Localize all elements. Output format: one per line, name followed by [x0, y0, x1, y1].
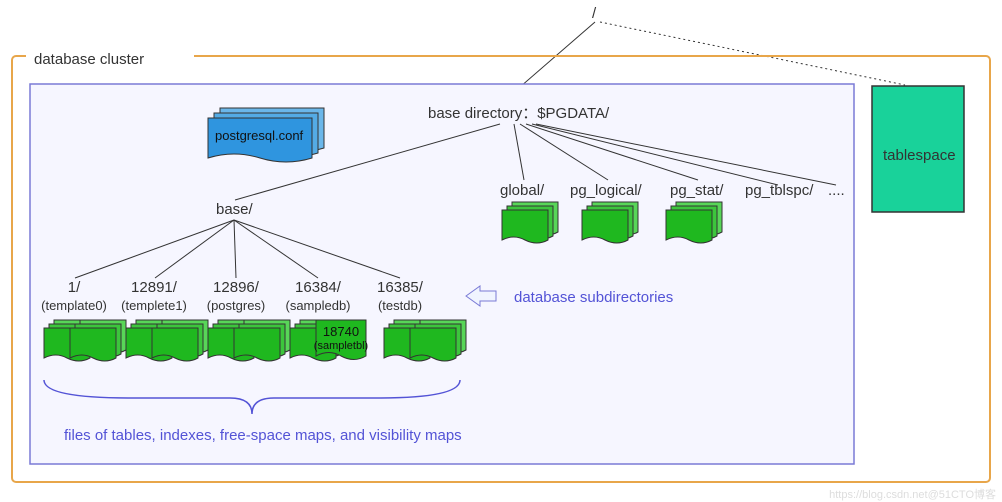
- watermark-text: https://blog.csdn.net@51CTO博客: [829, 487, 996, 501]
- folder-icon: [410, 320, 466, 361]
- svg-text:1/: 1/: [68, 279, 81, 296]
- folder-icon: [234, 320, 290, 361]
- svg-text:(testdb): (testdb): [378, 298, 422, 313]
- svg-text:(sampledb): (sampledb): [285, 298, 350, 313]
- topdir-pgstat-label: pg_stat/: [670, 182, 724, 199]
- svg-text:(postgres): (postgres): [207, 298, 266, 313]
- folder-icon: [152, 320, 208, 361]
- postgresql-conf: postgresql.conf: [208, 108, 324, 162]
- folder-icon: [666, 202, 722, 243]
- db-subdirs-caption: database subdirectories: [514, 289, 673, 306]
- svg-text:18740: 18740: [323, 324, 359, 339]
- svg-text:(templete1): (templete1): [121, 298, 187, 313]
- topdir-pglogical-label: pg_logical/: [570, 182, 643, 199]
- root-path-label: /: [592, 5, 597, 22]
- cluster-title: database cluster: [34, 51, 144, 68]
- topdir-global-label: global/: [500, 182, 545, 199]
- svg-text:(sampletbl): (sampletbl): [314, 340, 368, 352]
- svg-text:12896/: 12896/: [213, 279, 260, 296]
- svg-text:(template0): (template0): [41, 298, 107, 313]
- folder-icon: [70, 320, 126, 361]
- brace-caption: files of tables, indexes, free-space map…: [64, 427, 462, 444]
- svg-text:16384/: 16384/: [295, 279, 342, 296]
- line-root-to-tablespace: [600, 22, 905, 85]
- topdir-ellipsis-label: ....: [828, 182, 845, 199]
- tablespace-box: tablespace: [872, 86, 964, 212]
- svg-text:16385/: 16385/: [377, 279, 424, 296]
- folder-icon: [502, 202, 558, 243]
- postgresql-conf-label: postgresql.conf: [215, 128, 304, 143]
- sample-file: 18740 (sampletbl): [314, 320, 368, 360]
- base-directory-label: base directory：$PGDATA/: [428, 105, 610, 122]
- base-label: base/: [216, 201, 254, 218]
- topdir-pgtblspc-label: pg_tblspc/: [745, 182, 814, 199]
- svg-text:12891/: 12891/: [131, 279, 178, 296]
- tablespace-label: tablespace: [883, 147, 956, 164]
- folder-icon: [582, 202, 638, 243]
